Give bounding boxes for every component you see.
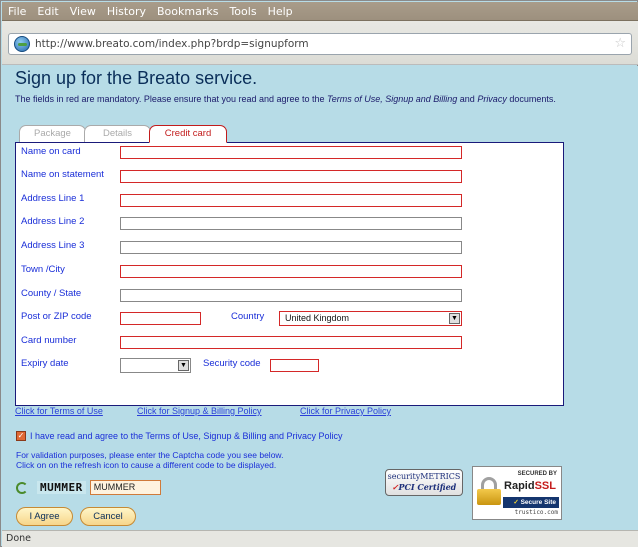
refresh-icon[interactable] — [16, 481, 28, 494]
country-select[interactable]: United Kingdom ▼ — [279, 311, 462, 326]
menu-history[interactable]: History — [107, 5, 146, 18]
county-state-label: County / State — [21, 288, 82, 299]
secmetrics-title: securityMETRICS — [387, 472, 461, 481]
menu-file[interactable]: File — [8, 5, 26, 18]
county-state-input[interactable] — [121, 290, 461, 301]
captcha-input[interactable]: MUMMER — [89, 480, 161, 495]
page-content: Sign up for the Breato service. The fiel… — [2, 66, 638, 530]
county-state-field[interactable] — [120, 289, 462, 302]
privacy-policy-link[interactable]: Click for Privacy Policy — [300, 406, 391, 416]
card-number-field[interactable] — [120, 336, 462, 349]
menu-edit[interactable]: Edit — [37, 5, 58, 18]
address-line-2-input[interactable] — [121, 218, 461, 229]
secmetrics-pci: PCI Certified — [398, 482, 457, 492]
town-city-label: Town /City — [21, 264, 65, 275]
star-icon[interactable]: ☆ — [614, 36, 626, 51]
validation-line-2: Click on on the refresh icon to cause a … — [16, 460, 277, 470]
expiry-date-label: Expiry date — [21, 358, 69, 369]
security-code-input[interactable] — [271, 360, 318, 371]
checkmark-icon: ✓ — [513, 499, 521, 506]
page-title: Sign up for the Breato service. — [15, 68, 258, 88]
tab-package[interactable]: Package — [19, 125, 86, 142]
name-on-statement-label: Name on statement — [21, 169, 104, 180]
intro-mid: and — [457, 94, 478, 104]
postcode-label: Post or ZIP code — [21, 311, 92, 322]
address-line-1-label: Address Line 1 — [21, 193, 85, 204]
rapidssl-seal[interactable]: SECURED BY RapidSSL ✓ Secure Site trusti… — [472, 466, 562, 520]
cancel-button[interactable]: Cancel — [80, 507, 136, 526]
security-code-field[interactable] — [270, 359, 319, 372]
intro-post: documents. — [506, 94, 556, 104]
credit-card-panel: Name on card Name on statement Address L… — [15, 142, 564, 406]
name-on-card-input[interactable] — [121, 147, 461, 158]
terms-of-use-link[interactable]: Click for Terms of Use — [15, 406, 103, 416]
address-line-2-field[interactable] — [120, 217, 462, 230]
intro-text: The fields in red are mandatory. Please … — [15, 94, 556, 104]
menu-tools[interactable]: Tools — [229, 5, 256, 18]
browser-window: File Edit View History Bookmarks Tools H… — [0, 0, 638, 547]
ssl-rapid: Rapid — [504, 480, 535, 492]
menu-help[interactable]: Help — [268, 5, 293, 18]
agree-row: ✓ I have read and agree to the Terms of … — [16, 431, 343, 441]
validation-line-1: For validation purposes, please enter th… — [16, 450, 284, 460]
menu-bar: File Edit View History Bookmarks Tools H… — [2, 2, 638, 21]
intro-privacy: Privacy — [477, 94, 507, 104]
address-line-1-input[interactable] — [121, 195, 461, 206]
captcha-row: MUMMER MUMMER — [16, 480, 161, 495]
url-bar[interactable]: http://www.breato.com/index.php?brdp=sig… — [8, 33, 632, 55]
name-on-card-field[interactable] — [120, 146, 462, 159]
agree-button[interactable]: I Agree — [16, 507, 73, 526]
postcode-input[interactable] — [121, 313, 200, 324]
town-city-input[interactable] — [121, 266, 461, 277]
dropdown-arrow-icon[interactable]: ▼ — [178, 360, 189, 371]
country-label: Country — [231, 311, 265, 322]
address-line-1-field[interactable] — [120, 194, 462, 207]
address-line-3-label: Address Line 3 — [21, 240, 85, 251]
card-number-input[interactable] — [121, 337, 461, 348]
address-line-3-input[interactable] — [121, 242, 461, 253]
menu-view[interactable]: View — [70, 5, 96, 18]
address-line-3-field[interactable] — [120, 241, 462, 254]
intro-terms: Terms of Use, Signup and Billing — [327, 94, 458, 104]
agree-label: I have read and agree to the Terms of Us… — [30, 431, 343, 441]
address-line-2-label: Address Line 2 — [21, 216, 85, 227]
security-code-label: Security code — [203, 358, 261, 369]
name-on-statement-input[interactable] — [121, 171, 461, 182]
globe-icon — [14, 36, 30, 52]
town-city-field[interactable] — [120, 265, 462, 278]
menu-bookmarks[interactable]: Bookmarks — [157, 5, 218, 18]
tab-credit-card[interactable]: Credit card — [149, 125, 227, 143]
billing-policy-link[interactable]: Click for Signup & Billing Policy — [137, 406, 262, 416]
intro-pre: The fields in red are mandatory. Please … — [15, 94, 328, 104]
ssl-ssl: SSL — [534, 480, 556, 492]
country-value: United Kingdom — [285, 313, 350, 323]
ssl-secured-by: SECURED BY — [517, 471, 557, 477]
status-bar: Done — [2, 530, 638, 547]
agree-checkbox[interactable]: ✓ — [16, 431, 26, 441]
ssl-trustico: trustico.com — [514, 509, 558, 516]
ssl-secure-site: Secure Site — [520, 499, 556, 506]
card-number-label: Card number — [21, 335, 77, 346]
security-metrics-badge[interactable]: securityMETRICS ✓PCI Certified — [385, 469, 463, 496]
name-on-card-label: Name on card — [21, 146, 81, 157]
captcha-image: MUMMER — [37, 481, 86, 494]
validation-instructions: For validation purposes, please enter th… — [16, 450, 283, 470]
url-text[interactable]: http://www.breato.com/index.php?brdp=sig… — [35, 38, 309, 50]
tab-details[interactable]: Details — [84, 125, 151, 142]
navigation-toolbar: http://www.breato.com/index.php?brdp=sig… — [2, 21, 638, 65]
postcode-field[interactable] — [120, 312, 201, 325]
expiry-date-select[interactable]: ▼ — [120, 358, 191, 373]
name-on-statement-field[interactable] — [120, 170, 462, 183]
padlock-icon — [477, 477, 501, 505]
dropdown-arrow-icon[interactable]: ▼ — [449, 313, 460, 324]
